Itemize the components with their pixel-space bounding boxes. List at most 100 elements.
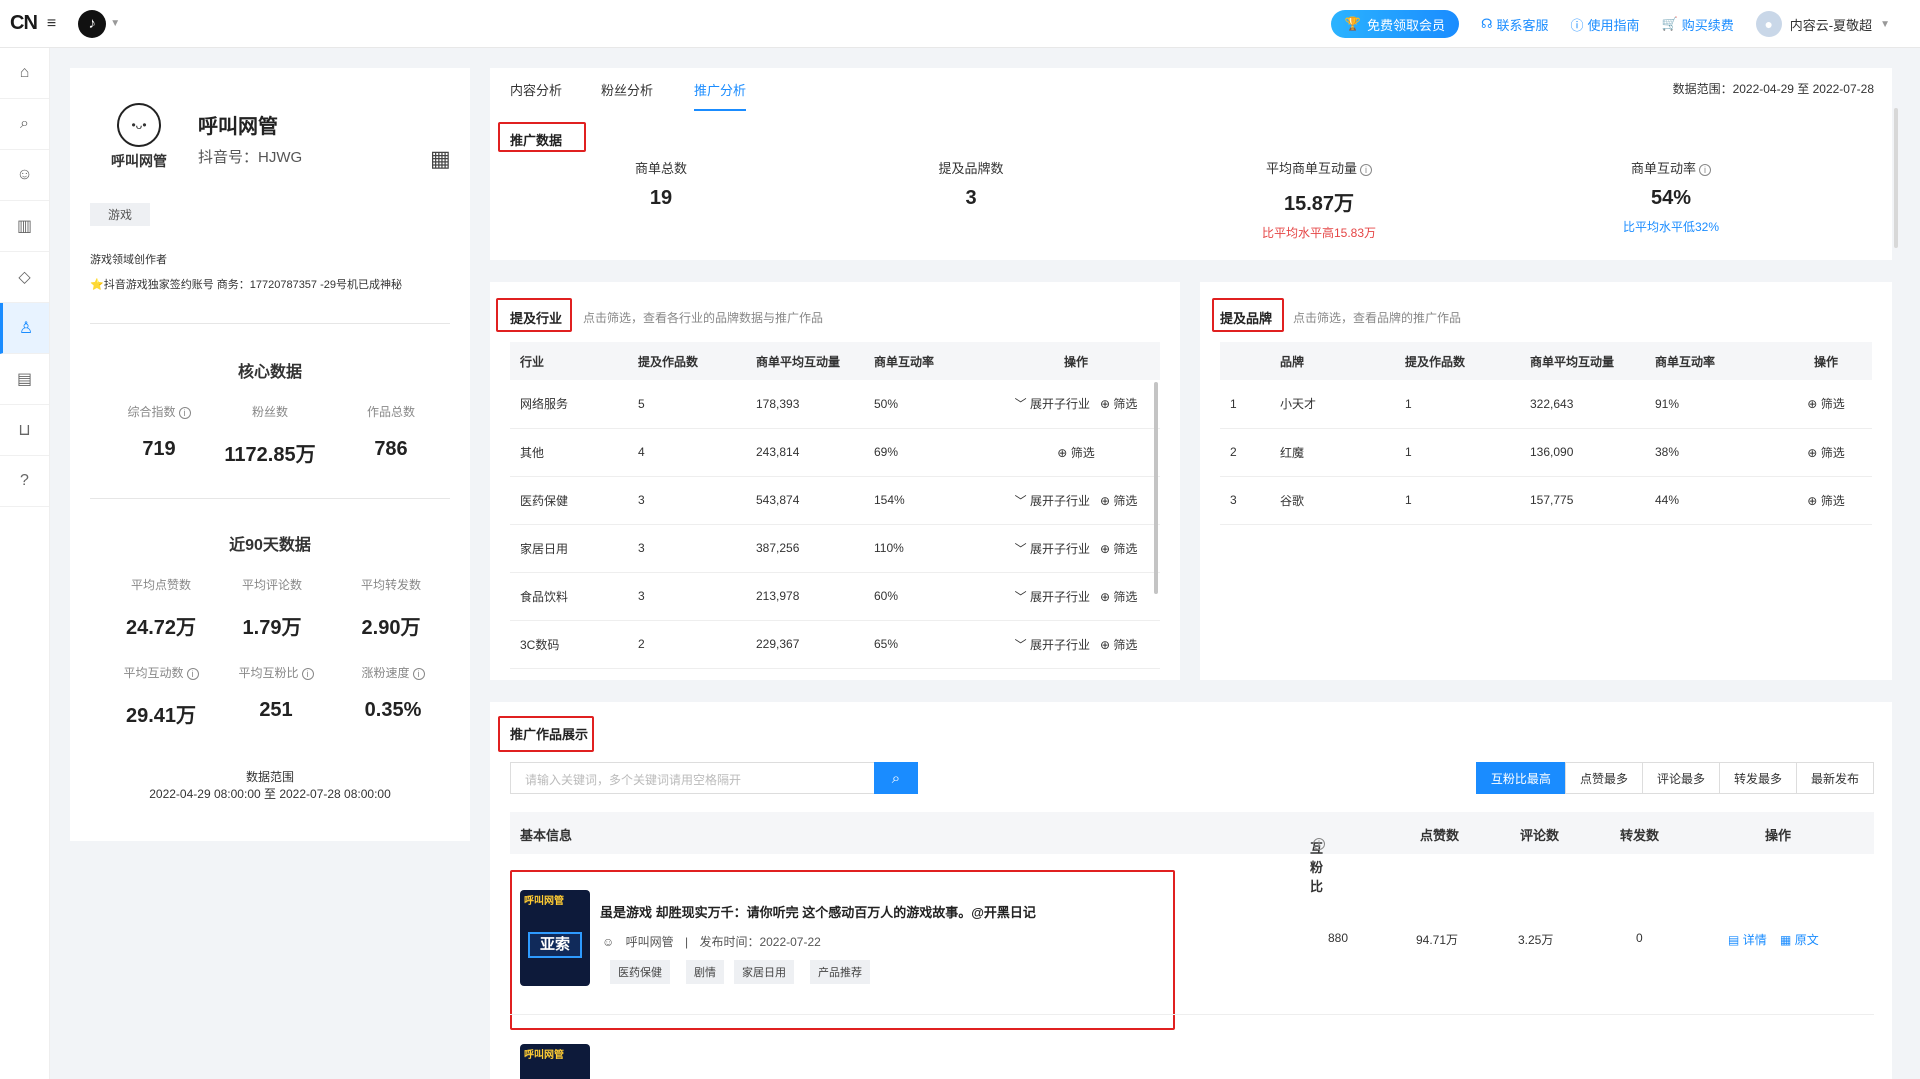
chevron-down-icon[interactable]: ▼ xyxy=(110,18,120,29)
filter-button[interactable]: ⊕ 筛选 xyxy=(1057,446,1094,460)
table-row[interactable]: 网络服务 5 178,393 50% ﹀ 展开子行业 ⊕ 筛选 xyxy=(510,380,1160,429)
table-cell: 322,643 xyxy=(1520,380,1645,429)
cart-icon[interactable]: ⊔ xyxy=(0,405,49,456)
expand-label: 展开子行业 xyxy=(1029,493,1090,508)
expand-label: 展开子行业 xyxy=(1029,541,1090,556)
guide-link[interactable]: ⓘ 使用指南 xyxy=(1571,15,1640,34)
info-icon[interactable]: i xyxy=(1699,163,1711,176)
user-menu[interactable]: ● 内容云-夏敬超 ▼ xyxy=(1755,11,1890,37)
sort-fan-ratio[interactable]: 互粉比最高 xyxy=(1475,762,1566,794)
sort-likes[interactable]: 点赞最多 xyxy=(1564,762,1643,794)
note-icon[interactable]: ▤ xyxy=(0,354,49,405)
expand-subindustry-button[interactable]: ﹀ 展开子行业 xyxy=(1015,590,1090,604)
filter-label: 筛选 xyxy=(1113,637,1138,652)
tab-fans-analysis[interactable]: 粉丝分析 xyxy=(601,80,653,109)
search-button[interactable]: ⌕ xyxy=(874,762,918,794)
keyword-search-input[interactable]: 请输入关键词，多个关键词请用空格隔开 xyxy=(510,762,875,794)
headset-icon: ☊ xyxy=(1480,16,1493,31)
sort-comments[interactable]: 评论最多 xyxy=(1641,762,1720,794)
range-value: 2022-04-29 08:00:00 至 2022-07-28 08:00:0… xyxy=(149,787,391,801)
work-author[interactable]: 呼叫网管 xyxy=(626,935,674,949)
thumb-caption: 呼叫网管 xyxy=(524,896,564,907)
table-row[interactable]: 3C数码 2 229,367 65% ﹀ 展开子行业 ⊕ 筛选 xyxy=(510,620,1160,669)
table-row[interactable]: 3 谷歌 1 157,775 44% ⊕ 筛选 xyxy=(1220,476,1872,525)
chevron-down-icon: ﹀ xyxy=(1014,493,1027,508)
filter-button[interactable]: ⊕ 筛选 xyxy=(1770,380,1872,429)
filter-button[interactable]: ⊕ 筛选 xyxy=(1770,428,1872,477)
qrcode-icon[interactable]: ▦ xyxy=(430,146,451,172)
expand-subindustry-button[interactable]: ﹀ 展开子行业 xyxy=(1015,494,1090,508)
home-icon[interactable]: ⌂ xyxy=(0,48,49,99)
filter-button[interactable]: ⊕ 筛选 xyxy=(1100,590,1137,604)
table-row[interactable]: 食品饮料 3 213,978 60% ﹀ 展开子行业 ⊕ 筛选 xyxy=(510,572,1160,621)
filter-button[interactable]: ⊕ 筛选 xyxy=(1100,542,1137,556)
expand-subindustry-button[interactable]: ﹀ 展开子行业 xyxy=(1015,638,1090,652)
douyin-id: 抖音号：HJWG xyxy=(198,149,303,166)
buy-renew-link[interactable]: 🛒 购买续费 xyxy=(1662,15,1734,34)
stat-value: 24.72万 xyxy=(125,617,197,639)
expand-label: 展开子行业 xyxy=(1029,589,1090,604)
info-icon[interactable]: i xyxy=(1360,163,1372,176)
table-row[interactable]: 家居日用 3 387,256 110% ﹀ 展开子行业 ⊕ 筛选 xyxy=(510,524,1160,573)
tab-promo-analysis[interactable]: 推广分析 xyxy=(694,80,747,111)
kpi-value: 54% xyxy=(1650,187,1692,209)
scrollbar[interactable] xyxy=(1894,108,1898,248)
app-logo[interactable]: CN xyxy=(10,12,38,35)
table-row[interactable]: 2 红魔 1 136,090 38% ⊕ 筛选 xyxy=(1220,428,1872,477)
table-row[interactable]: 医药保健 3 543,874 154% ﹀ 展开子行业 ⊕ 筛选 xyxy=(510,476,1160,525)
top-bar: CN ≡ ♪ ▼ 🏆 免费领取会员 ☊ 联系客服 ⓘ 使用指南 🛒 购买续费 ● 内容云-… xyxy=(0,0,1920,48)
kpi-label: 提及品牌数 xyxy=(938,161,1004,176)
work-fan-ratio: 880 xyxy=(1328,931,1349,945)
table-cell: 3 xyxy=(628,476,746,525)
douyin-icon[interactable]: ♪ xyxy=(78,9,107,38)
tab-content-analysis[interactable]: 内容分析 xyxy=(510,80,562,109)
person-icon[interactable]: ♙ xyxy=(0,303,49,354)
col-header: 提及作品数 xyxy=(1395,342,1520,380)
plus-circle-icon: ⊕ xyxy=(1099,493,1111,508)
table-cell: 243,814 xyxy=(746,428,864,477)
expand-subindustry-button[interactable]: ﹀ 展开子行业 xyxy=(1015,397,1090,411)
stat-label: 平均互动数 i xyxy=(101,664,221,681)
work-title[interactable]: 虽是游戏 却胜现实万千：请你听完 这个感动百万人的游戏故事。@开黑日记 xyxy=(600,902,1036,921)
info-icon[interactable]: i xyxy=(301,667,314,680)
hamburger-icon[interactable]: ≡ xyxy=(47,15,56,33)
chevron-down-icon: ▼ xyxy=(1880,18,1890,30)
table-cell: 小天才 xyxy=(1270,380,1395,429)
work-thumbnail[interactable]: 呼叫网管 亚索 xyxy=(520,890,590,986)
table-cell: 网络服务 xyxy=(510,380,628,429)
info-icon[interactable]: i xyxy=(1313,838,1325,850)
stat-value: 719 xyxy=(142,438,176,460)
info-icon[interactable]: i xyxy=(412,667,425,680)
detail-link[interactable]: ▤ 详情 xyxy=(1728,931,1767,948)
table-row[interactable]: 1 小天才 1 322,643 91% ⊕ 筛选 xyxy=(1220,380,1872,429)
scrollbar[interactable] xyxy=(1154,382,1158,594)
diamond-icon[interactable]: ◇ xyxy=(0,252,49,303)
work-tag: 医药保健 xyxy=(610,960,670,984)
info-icon[interactable]: i xyxy=(178,406,191,419)
filter-button[interactable]: ⊕ 筛选 xyxy=(1100,397,1137,411)
free-vip-button[interactable]: 🏆 免费领取会员 xyxy=(1330,10,1459,38)
search-icon[interactable]: ⌕ xyxy=(0,99,49,150)
sort-options: 互粉比最高 点赞最多 评论最多 转发最多 最新发布 xyxy=(1475,762,1874,794)
sort-shares[interactable]: 转发最多 xyxy=(1718,762,1797,794)
table-cell: 543,874 xyxy=(746,476,864,525)
contact-service-link[interactable]: ☊ 联系客服 xyxy=(1481,15,1549,34)
filter-button[interactable]: ⊕ 筛选 xyxy=(1770,476,1872,525)
table-row[interactable]: 其他 4 243,814 69% ⊕ 筛选 xyxy=(510,428,1160,477)
table-cell: 387,256 xyxy=(746,524,864,573)
work-thumbnail[interactable]: 呼叫网管 xyxy=(520,1044,590,1079)
range-label: 数据范围 xyxy=(245,770,294,784)
expand-subindustry-button[interactable]: ﹀ 展开子行业 xyxy=(1015,542,1090,556)
filter-button[interactable]: ⊕ 筛选 xyxy=(1100,638,1137,652)
sort-latest[interactable]: 最新发布 xyxy=(1795,762,1874,794)
cart-icon: 🛒 xyxy=(1661,16,1678,31)
chart-icon[interactable]: ▥ xyxy=(0,201,49,252)
row-actions: ﹀ 展开子行业 ⊕ 筛选 xyxy=(982,380,1160,429)
person-search-icon[interactable]: ☺ xyxy=(0,150,49,201)
help-icon[interactable]: ? xyxy=(0,456,49,507)
filter-button[interactable]: ⊕ 筛选 xyxy=(1100,494,1137,508)
table-cell: 91% xyxy=(1645,380,1770,429)
origin-link[interactable]: ▦ 原文 xyxy=(1780,931,1819,948)
info-icon[interactable]: i xyxy=(186,667,199,680)
work-publish-time: 发布时间：2022-07-22 xyxy=(699,935,821,949)
